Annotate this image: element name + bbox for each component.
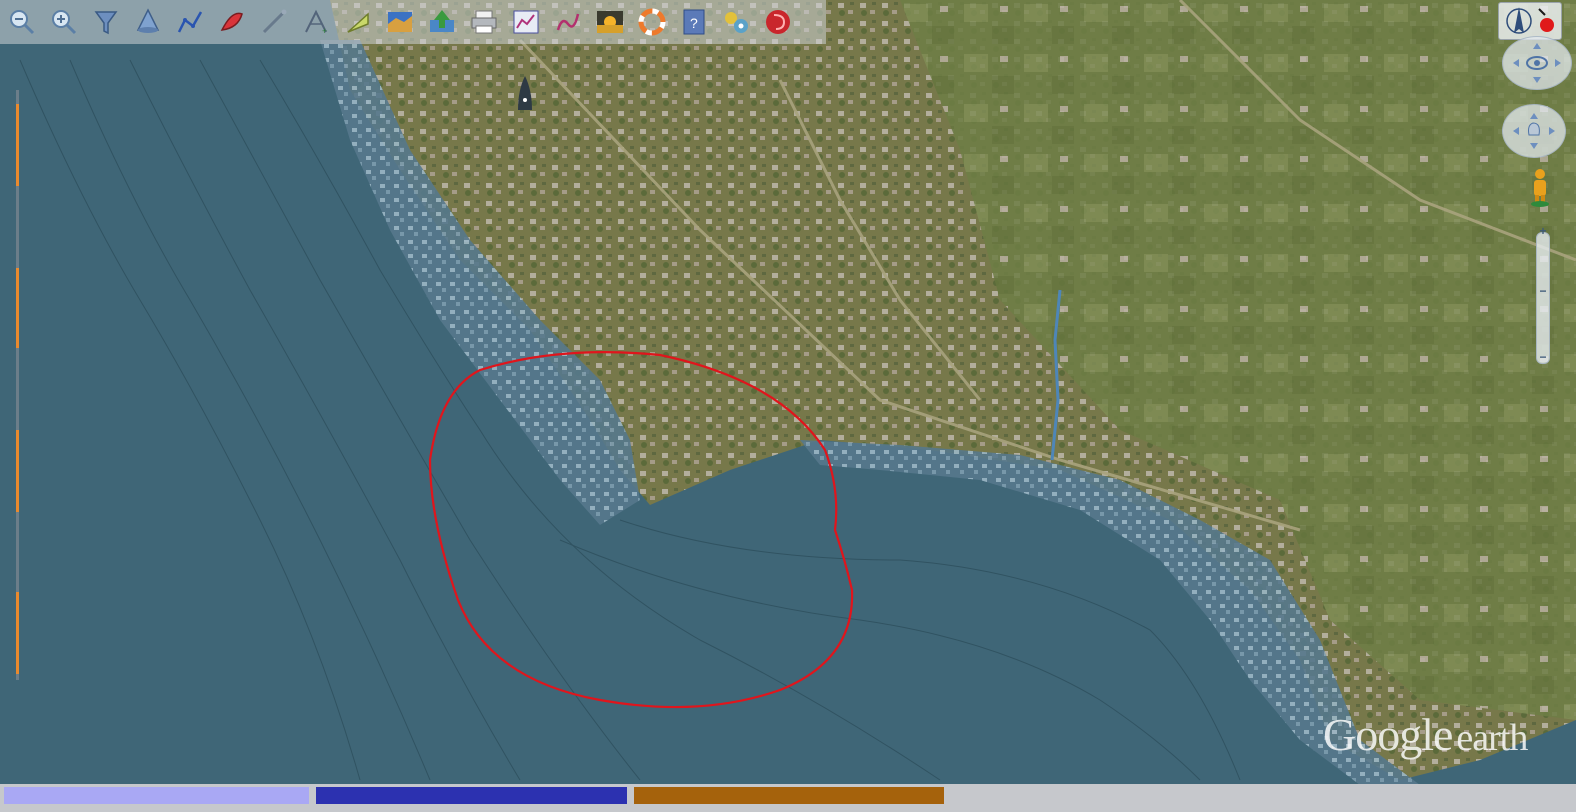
sunset-icon[interactable] (590, 2, 630, 42)
navigation-controls: + − − (1496, 0, 1576, 380)
zoom-in-icon[interactable] (44, 2, 84, 42)
help-icon[interactable]: ? (674, 2, 714, 42)
depth-scale-bar (16, 90, 19, 680)
look-around-icon[interactable] (1502, 36, 1572, 90)
watermark-brand: Google (1323, 709, 1453, 760)
boat-icon[interactable] (212, 2, 252, 42)
record-icon[interactable] (758, 2, 798, 42)
move-icon[interactable] (1502, 104, 1566, 158)
svg-text:?: ? (690, 15, 698, 31)
compass-icon[interactable] (1498, 2, 1562, 40)
filter-icon[interactable] (86, 2, 126, 42)
cone-icon[interactable] (128, 2, 168, 42)
upload-icon[interactable] (422, 2, 462, 42)
toolbar: + ? (0, 0, 826, 44)
measure-icon[interactable] (254, 2, 294, 42)
settings-icon[interactable] (716, 2, 756, 42)
chart-icon[interactable] (506, 2, 546, 42)
zoom-out-button[interactable]: − (1537, 351, 1549, 363)
zoom-level-handle[interactable]: − (1537, 285, 1549, 297)
zoom-slider[interactable]: + − − (1536, 225, 1550, 364)
polyline-icon[interactable] (170, 2, 210, 42)
pegman-icon[interactable] (1528, 168, 1552, 208)
sector-icon[interactable] (338, 2, 378, 42)
print-icon[interactable] (464, 2, 504, 42)
status-bar (0, 784, 1576, 812)
route-icon[interactable] (548, 2, 588, 42)
zoom-out-icon[interactable] (2, 2, 42, 42)
status-segment-3[interactable] (634, 787, 944, 804)
lifebuoy-icon[interactable] (632, 2, 672, 42)
terrain-icon[interactable] (380, 2, 420, 42)
angle-icon[interactable]: + (296, 2, 336, 42)
status-segment-2[interactable] (316, 787, 627, 804)
svg-text:+: + (322, 26, 327, 36)
status-segment-1[interactable] (4, 787, 309, 804)
zoom-in-button[interactable]: + (1537, 225, 1549, 237)
satellite-map[interactable] (0, 0, 1576, 812)
watermark-product: earth (1456, 717, 1528, 759)
google-earth-watermark: Google earth (1323, 708, 1528, 761)
